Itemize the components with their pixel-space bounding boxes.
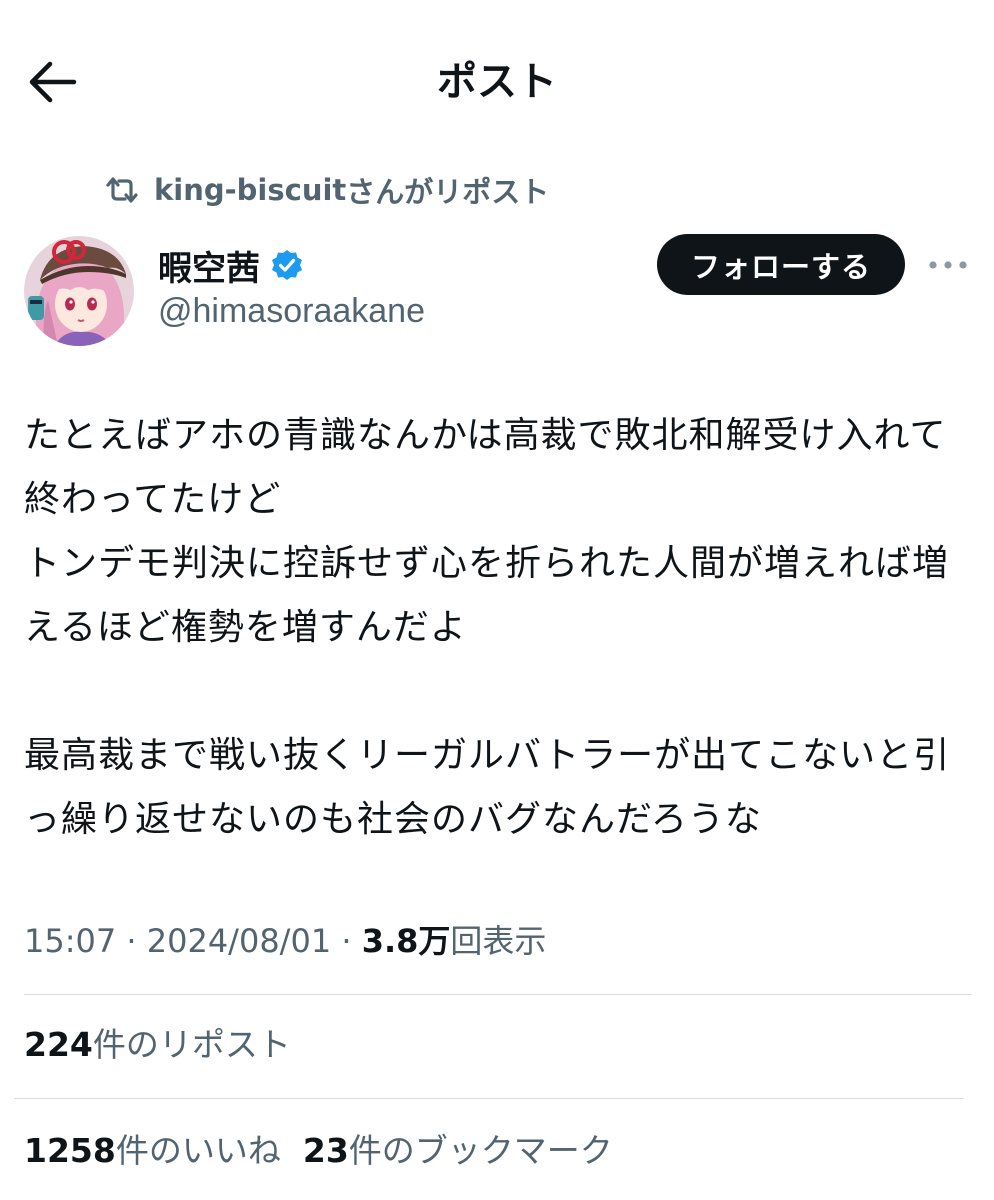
views-label[interactable]: 回表示 xyxy=(450,922,546,960)
post-meta: 15:07 · 2024/08/01 · 3.8万回表示 xyxy=(24,918,546,964)
meta-separator: · xyxy=(331,922,362,960)
bookmark-count-label: 件のブックマーク xyxy=(348,1131,613,1170)
bookmark-count-link[interactable]: 23件のブックマーク xyxy=(303,1131,613,1170)
follow-button[interactable]: フォローする xyxy=(657,234,905,295)
more-horizontal-icon xyxy=(928,255,968,274)
repost-user[interactable]: king-biscuit xyxy=(154,173,346,207)
repost-context[interactable]: king-biscuit さんがリポスト xyxy=(104,168,549,212)
repost-count-label: 件のリポスト xyxy=(92,1025,291,1064)
author-handle[interactable]: @himasoraakane xyxy=(158,288,425,334)
like-count: 1258 xyxy=(24,1131,116,1170)
post-time[interactable]: 15:07 xyxy=(24,922,116,960)
repost-count-link[interactable]: 224件のリポスト xyxy=(24,1025,291,1064)
author-name-row: 暇空茜 xyxy=(158,240,304,290)
divider xyxy=(14,1098,964,1099)
meta-separator: · xyxy=(116,922,147,960)
top-bar: ポスト xyxy=(0,0,994,165)
display-name[interactable]: 暇空茜 xyxy=(158,241,260,290)
repost-icon xyxy=(104,175,140,205)
divider xyxy=(24,994,972,995)
repost-suffix: さんがリポスト xyxy=(346,175,550,209)
engagement-stats: 1258件のいいね 23件のブックマーク xyxy=(24,1126,613,1176)
bookmark-count: 23 xyxy=(302,1131,349,1170)
page-title: ポスト xyxy=(437,59,557,105)
avatar[interactable] xyxy=(24,236,134,346)
like-count-link[interactable]: 1258件のいいね xyxy=(24,1131,281,1170)
verified-badge-icon[interactable] xyxy=(270,248,304,282)
post-date[interactable]: 2024/08/01 xyxy=(147,922,331,960)
more-options-button[interactable] xyxy=(926,246,970,282)
repost-count: 224 xyxy=(24,1025,93,1064)
like-count-label: 件のいいね xyxy=(115,1131,281,1170)
views-count[interactable]: 3.8万 xyxy=(362,922,451,960)
post-text: たとえばアホの青識なんかは高裁で敗北和解受け入れて終わってたけど トンデモ判決に… xyxy=(24,415,951,840)
repost-stats: 224件のリポスト xyxy=(24,1020,291,1070)
